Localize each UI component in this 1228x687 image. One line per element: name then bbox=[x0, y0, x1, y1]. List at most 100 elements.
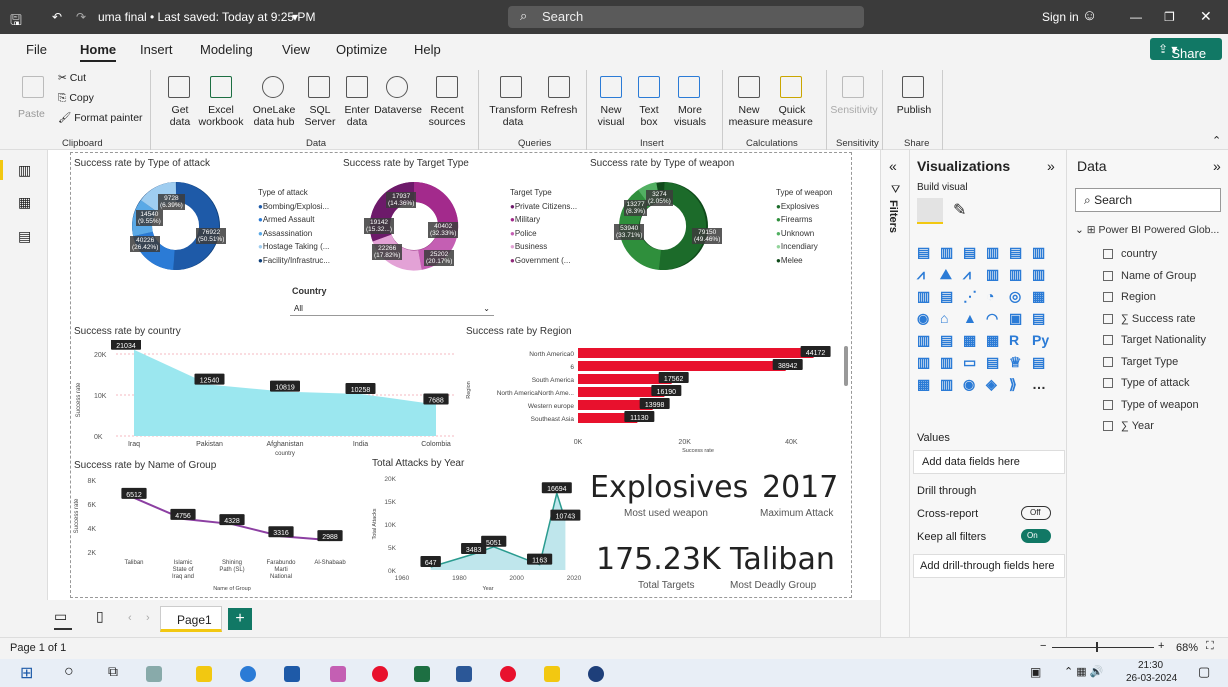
collapse-filters-icon[interactable]: « bbox=[889, 158, 897, 174]
publish-button[interactable]: Publish bbox=[892, 104, 936, 116]
visual-type-icon[interactable]: ⋰ bbox=[963, 288, 977, 305]
cross-report-toggle[interactable]: Off bbox=[1021, 506, 1051, 520]
format-painter-button[interactable]: 🖌 Format painter bbox=[58, 112, 143, 124]
new-visual-button[interactable]: New visual bbox=[594, 104, 628, 128]
desktop-layout-icon[interactable]: ▭ bbox=[54, 608, 67, 625]
visual-type-icon[interactable]: ◎ bbox=[1009, 288, 1021, 305]
field-item[interactable]: Type of attack bbox=[1103, 377, 1189, 389]
menu-view[interactable]: View bbox=[282, 42, 310, 57]
visual-type-icon[interactable]: ▥ bbox=[917, 288, 930, 305]
country-slicer[interactable]: All ⌄ bbox=[290, 302, 494, 316]
visual-type-icon[interactable]: ▤ bbox=[1032, 354, 1045, 371]
visual-type-icon[interactable]: ◔ bbox=[986, 288, 994, 304]
visual-type-icon[interactable]: ▦ bbox=[917, 376, 930, 393]
dataverse-button[interactable]: Dataverse bbox=[372, 104, 424, 116]
visual-type-icon[interactable]: … bbox=[1032, 376, 1046, 392]
windows-start-icon[interactable]: ⊞ bbox=[20, 663, 33, 683]
browser-icon[interactable] bbox=[240, 666, 256, 682]
visual-type-icon[interactable]: ▥ bbox=[917, 354, 930, 371]
field-item[interactable]: country bbox=[1103, 248, 1157, 260]
prev-page-icon[interactable]: ‹ bbox=[128, 612, 132, 624]
visual-type-icon[interactable]: ▥ bbox=[1009, 266, 1022, 283]
redo-icon[interactable]: ↷ bbox=[76, 10, 86, 24]
visual-type-icon[interactable]: ▣ bbox=[1009, 310, 1022, 327]
cut-button[interactable]: ✂ Cut bbox=[58, 72, 86, 84]
tray-chevron-icon[interactable]: ⌃ ▦ 🔊 bbox=[1064, 665, 1103, 678]
collapse-ribbon-icon[interactable]: ⌃ bbox=[1212, 134, 1221, 147]
chart-region[interactable]: North America0 44172 6 38942 South America 17… bbox=[466, 340, 850, 458]
chrome-icon[interactable] bbox=[372, 666, 388, 682]
paste-button[interactable]: Paste bbox=[18, 108, 45, 120]
table-node[interactable]: ⌄ ⊞ Power BI Powered Glob... bbox=[1075, 224, 1219, 236]
data-search-input[interactable]: ⌕ Search bbox=[1075, 188, 1221, 212]
more-visuals-button[interactable]: More visuals bbox=[666, 104, 714, 128]
field-item[interactable]: ∑ Success rate bbox=[1103, 313, 1196, 325]
excel-button[interactable]: Excel workbook bbox=[194, 104, 248, 128]
powerbi-icon[interactable] bbox=[544, 666, 560, 682]
menu-file[interactable]: File bbox=[26, 42, 47, 57]
visual-type-icon[interactable]: Py bbox=[1032, 332, 1049, 348]
zoom-handle[interactable] bbox=[1096, 642, 1098, 652]
field-item[interactable]: Name of Group bbox=[1103, 270, 1196, 282]
file-explorer-icon[interactable] bbox=[196, 666, 212, 682]
excel-app-icon[interactable] bbox=[414, 666, 430, 682]
visual-type-icon[interactable]: ⩘ bbox=[917, 266, 925, 283]
expand-icon[interactable]: » bbox=[1047, 158, 1055, 174]
chart-country[interactable]: 0K 10K 20K 21034 Iraq 12540 Pakistan 10819 Afgha… bbox=[72, 340, 464, 458]
region-scrollbar[interactable] bbox=[844, 346, 848, 386]
visual-type-icon[interactable]: ▦ bbox=[1032, 288, 1045, 305]
search-input[interactable]: ⌕ Search bbox=[508, 6, 864, 28]
sensitivity-button[interactable]: Sensitivity bbox=[830, 104, 878, 116]
visual-type-icon[interactable]: ▤ bbox=[963, 244, 976, 261]
visual-type-icon[interactable]: ▥ bbox=[917, 332, 930, 349]
menu-modeling[interactable]: Modeling bbox=[200, 42, 253, 57]
tab-page1[interactable]: Page1 bbox=[160, 606, 222, 632]
visual-type-icon[interactable]: ♕ bbox=[1009, 354, 1022, 371]
field-item[interactable]: ∑ Year bbox=[1103, 420, 1154, 432]
add-page-button[interactable]: + bbox=[228, 608, 252, 630]
save-icon[interactable]: 🖫 bbox=[10, 10, 22, 34]
visual-type-icon[interactable]: ▥ bbox=[1032, 266, 1045, 283]
paint-icon[interactable] bbox=[330, 666, 346, 682]
app-icon[interactable] bbox=[146, 666, 162, 682]
table-view-icon[interactable]: ▦ bbox=[18, 194, 31, 211]
visual-type-icon[interactable]: R bbox=[1009, 332, 1019, 348]
mobile-layout-icon[interactable]: ▯ bbox=[96, 608, 104, 625]
visual-type-icon[interactable]: ▥ bbox=[1032, 244, 1045, 261]
visual-type-icon[interactable]: ⛰ bbox=[940, 266, 952, 283]
visual-type-icon[interactable]: ▦ bbox=[986, 332, 999, 349]
visual-type-icon[interactable]: ⟫ bbox=[1009, 376, 1017, 393]
quick-measure-button[interactable]: Quick measure bbox=[772, 104, 813, 128]
new-measure-button[interactable]: New measure bbox=[726, 104, 772, 128]
visual-type-icon[interactable]: ◠ bbox=[986, 310, 998, 327]
zoom-out-icon[interactable]: − bbox=[1040, 640, 1046, 652]
visual-type-icon[interactable]: ▤ bbox=[1032, 310, 1045, 327]
visual-type-icon[interactable]: ▥ bbox=[986, 244, 999, 261]
field-item[interactable]: Target Type bbox=[1103, 356, 1178, 368]
zoom-slider[interactable] bbox=[1052, 647, 1154, 648]
menu-help[interactable]: Help bbox=[414, 42, 441, 57]
user-icon[interactable]: ☺ bbox=[1082, 7, 1097, 24]
visual-type-icon[interactable]: ◈ bbox=[986, 376, 997, 393]
next-page-icon[interactable]: › bbox=[146, 612, 150, 624]
zoom-in-icon[interactable]: + bbox=[1158, 640, 1164, 652]
values-well[interactable]: Add data fields here bbox=[913, 450, 1065, 474]
task-view-icon[interactable]: ⧉ bbox=[108, 663, 118, 680]
file-name[interactable]: uma final • Last saved: Today at 9:25 PM bbox=[98, 10, 315, 24]
visual-type-icon[interactable]: ⩘ bbox=[963, 266, 971, 283]
sql-button[interactable]: SQL Server bbox=[302, 104, 338, 128]
field-item[interactable]: Type of weapon bbox=[1103, 399, 1199, 411]
visual-type-icon[interactable]: ▤ bbox=[940, 332, 953, 349]
format-visual-icon[interactable]: ✎ bbox=[953, 200, 966, 220]
copy-button[interactable]: ⎘ Copy bbox=[58, 92, 94, 104]
visual-type-icon[interactable]: ▦ bbox=[963, 332, 976, 349]
chart-year[interactable]: 0K 5K 10K 15K 20K 1960 1980 2000 2020 647 3483 5051… bbox=[370, 470, 586, 596]
text-box-button[interactable]: Text box bbox=[634, 104, 664, 128]
enter-data-button[interactable]: Enter data bbox=[340, 104, 374, 128]
mail-icon[interactable] bbox=[284, 666, 300, 682]
chart-group[interactable]: 2K 4K 6K 8K 6512 Taliban 4756 IslamicState ofIr… bbox=[72, 472, 368, 596]
keep-filters-toggle[interactable]: On bbox=[1021, 529, 1051, 543]
transform-data-button[interactable]: Transform data bbox=[488, 104, 538, 128]
visual-type-icon[interactable]: ⌂ bbox=[940, 310, 948, 326]
visual-type-icon[interactable]: ▥ bbox=[986, 266, 999, 283]
